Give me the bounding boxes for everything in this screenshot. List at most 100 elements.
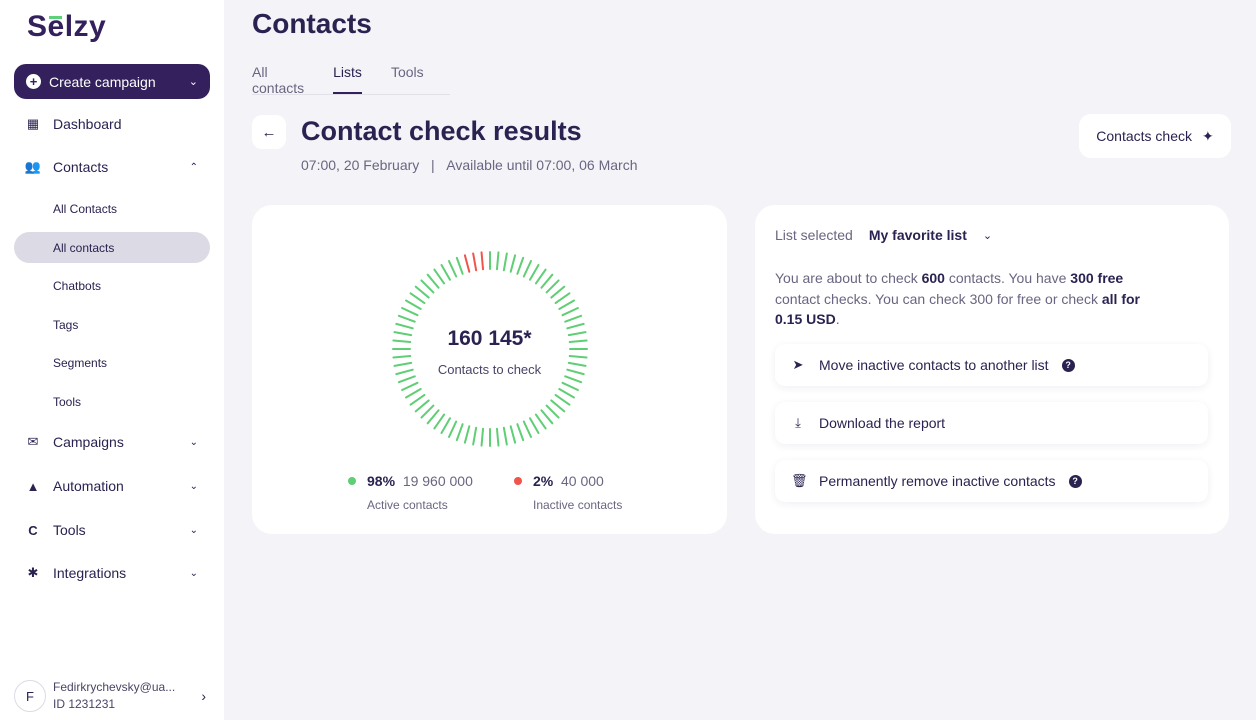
list-value: My favorite list [868, 227, 967, 243]
plus-icon: + [26, 74, 41, 89]
tabs: All contacts Lists Tools [252, 64, 450, 96]
check-date: 07:00, 20 February [301, 157, 420, 173]
create-label: Create campaign [49, 73, 156, 90]
active-tick [426, 409, 440, 425]
remove-inactive-button[interactable]: 🗑 Permanently remove inactive contacts? [775, 460, 1208, 502]
active-tick [455, 256, 464, 275]
active-tick [409, 292, 426, 305]
puzzle-icon: ✱ [27, 565, 39, 580]
grid-icon: ▦ [26, 116, 40, 131]
active-tick [561, 381, 579, 391]
active-tick [540, 409, 554, 425]
active-tick [558, 388, 576, 399]
inactive-count: 40 000 [561, 473, 604, 489]
active-tick [545, 279, 560, 294]
back-button[interactable]: ← [252, 115, 286, 149]
user-email: Fedirkrychevsky@ua... [53, 680, 176, 694]
active-tick [448, 420, 458, 438]
selzy-logo[interactable]: Selzy [27, 10, 106, 44]
active-pct: 98% [367, 473, 396, 489]
tab-all-contacts[interactable]: All contacts [252, 64, 304, 96]
sidebar-sub-chatbots[interactable]: Chatbots [14, 270, 210, 301]
active-tick [420, 404, 435, 419]
chevron-up-icon: ⌃ [189, 161, 198, 173]
active-tick [409, 393, 426, 406]
active-tick [426, 273, 440, 289]
separator: | [430, 157, 435, 173]
active-tick [401, 381, 419, 391]
active-tick [561, 307, 579, 317]
sidebar-sub-tags[interactable]: Tags [14, 309, 210, 340]
active-tick [495, 251, 500, 271]
active-tick [529, 263, 540, 281]
download-report-button[interactable]: ⤓ Download the report [775, 402, 1208, 444]
summary-card: 160 145* Contacts to check 98% 19 960 00… [252, 205, 727, 534]
sidebar-sub-all-contacts-active[interactable]: All contacts [14, 232, 210, 263]
chevron-down-icon: ⌄ [188, 76, 198, 88]
chevron-down-icon: ⌄ [189, 524, 198, 536]
tab-tools[interactable]: Tools [391, 64, 424, 94]
list-selector[interactable]: List selected My favorite list ⌄ [775, 227, 992, 243]
sidebar-item-contacts[interactable]: 👥 Contacts ⌃ [14, 151, 210, 183]
sidebar-sub-segments[interactable]: Segments [14, 347, 210, 378]
tab-lists[interactable]: Lists [333, 64, 362, 94]
help-icon[interactable]: ? [1068, 474, 1082, 488]
sidebar-sub-all-contacts[interactable]: All Contacts [14, 193, 210, 224]
active-tick [414, 399, 430, 413]
mail-icon: ✉ [27, 434, 39, 449]
nav-label: Dashboard [53, 116, 122, 132]
flow-icon: ▲ [26, 478, 40, 494]
nav-label: Campaigns [53, 434, 124, 450]
active-tick [564, 314, 583, 323]
create-campaign-button[interactable]: + Create campaign ⌄ [14, 64, 210, 99]
chevron-right-icon: › [201, 688, 206, 704]
inactive-tick [472, 252, 478, 272]
sidebar-item-dashboard[interactable]: ▦ Dashboard [14, 108, 210, 140]
sidebar-item-automation[interactable]: ▲ Automation ⌄ [14, 470, 210, 502]
legend-active: 98% 19 960 000 [348, 473, 473, 489]
sidebar: Selzy + Create campaign ⌄ ▦ Dashboard 👥 Cont… [0, 0, 224, 720]
active-tick [534, 268, 547, 285]
chevron-down-icon: ⌄ [189, 480, 198, 492]
sidebar-item-integrations[interactable]: ✱ Integrations ⌄ [14, 557, 210, 589]
active-tick [522, 420, 532, 438]
active-tick [516, 423, 525, 442]
sidebar-sub-tools[interactable]: Tools [14, 386, 210, 417]
active-tick [509, 254, 517, 273]
active-tick [448, 260, 458, 278]
legend-inactive: 2% 40 000 [514, 473, 604, 489]
active-tick [558, 299, 576, 310]
inactive-tick [463, 254, 471, 273]
check-label: Contacts check [1096, 128, 1192, 144]
inactive-pct: 2% [533, 473, 554, 489]
chevron-down-icon: ⌄ [189, 567, 198, 579]
users-icon: 👥 [24, 159, 42, 174]
sidebar-item-tools[interactable]: C Tools ⌄ [14, 514, 210, 546]
contacts-check-button[interactable]: Contacts check ✦ [1079, 114, 1231, 158]
active-tick [401, 307, 419, 317]
active-tick [522, 260, 532, 278]
help-icon[interactable]: ? [1061, 358, 1075, 372]
sidebar-item-campaigns[interactable]: ✉ Campaigns ⌄ [14, 426, 210, 458]
check-description: You are about to check 600 contacts. You… [775, 270, 1140, 327]
active-tick [480, 427, 485, 447]
active-tick [472, 426, 478, 446]
active-tick [550, 285, 566, 299]
results-title: Contact check results [301, 116, 582, 146]
active-tick [397, 314, 416, 323]
active-tick [540, 273, 554, 289]
results-dates: 07:00, 20 February | Available until 07:… [301, 157, 637, 173]
action-label: Permanently remove inactive contacts [819, 473, 1056, 489]
chevron-down-icon: ⌄ [982, 229, 993, 242]
active-tick [550, 399, 566, 413]
move-inactive-button[interactable]: ➤ Move inactive contacts to another list? [775, 344, 1208, 386]
active-tick [404, 299, 422, 310]
active-label: Active contacts [367, 498, 448, 512]
inactive-label: Inactive contacts [533, 498, 623, 512]
active-tick [392, 354, 412, 359]
active-tick [502, 252, 508, 272]
chevron-down-icon: ⌄ [189, 436, 198, 448]
active-dot [348, 477, 356, 485]
tools-icon: C [28, 522, 38, 538]
user-menu[interactable]: F Fedirkrychevsky@ua... ID 1231231 › [14, 678, 210, 714]
